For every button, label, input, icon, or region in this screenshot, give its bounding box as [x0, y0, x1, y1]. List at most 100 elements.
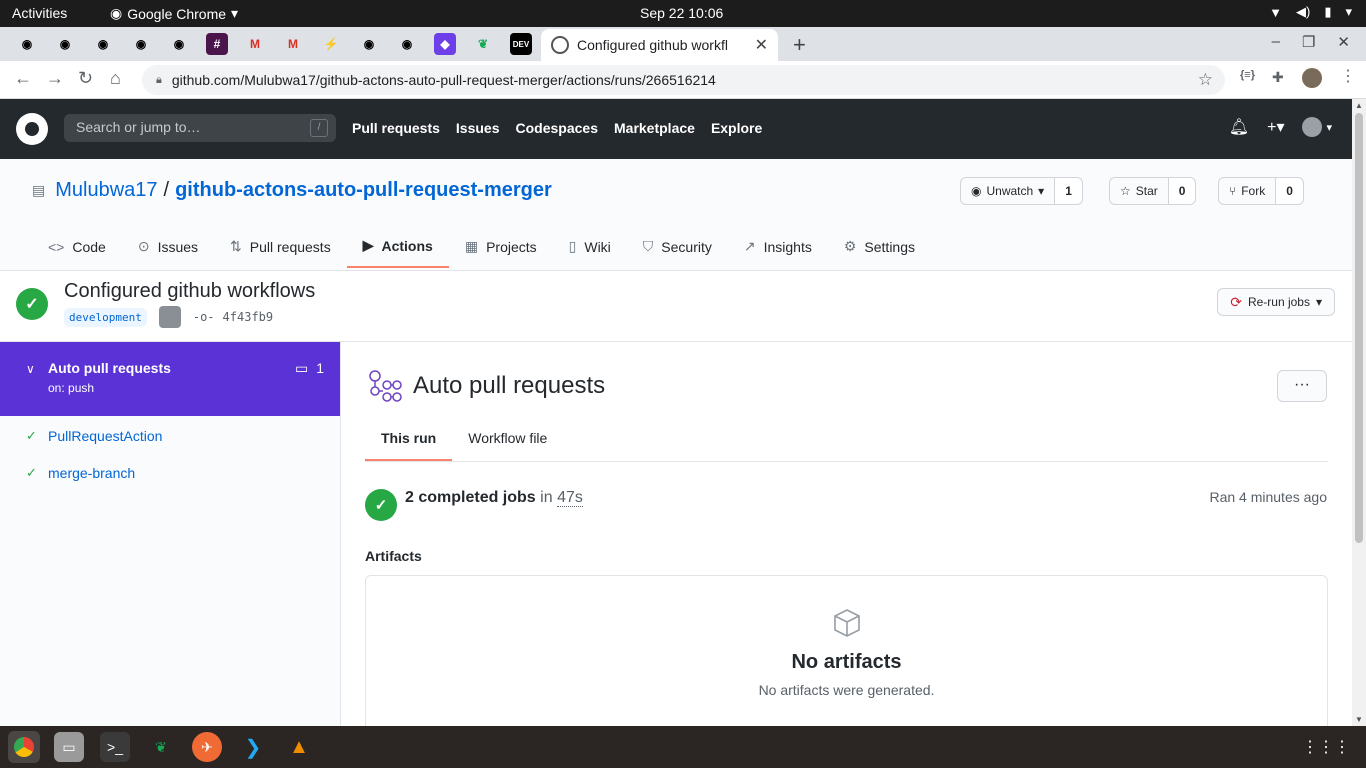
nav-explore[interactable]: Explore	[711, 120, 762, 136]
workflow-summary-item[interactable]: ∨ Auto pull requests on: push ▭ 1	[0, 342, 340, 416]
chrome-menu-icon[interactable]: ⋮	[1340, 66, 1356, 86]
repo-name-link[interactable]: github-actons-auto-pull-request-merger	[175, 179, 552, 202]
nav-issues[interactable]: Issues	[456, 120, 500, 136]
battery-icon: ▮	[1324, 4, 1332, 19]
forward-icon[interactable]: →	[46, 68, 64, 89]
check-icon: ✓	[26, 465, 37, 480]
scrollbar-thumb[interactable]	[1355, 113, 1363, 543]
star-button[interactable]: ☆ Star 0	[1109, 177, 1197, 205]
search-input[interactable]: Search or jump to… /	[64, 114, 336, 142]
pinned-tab-github-icon[interactable]: ◉	[168, 33, 190, 55]
minimize-icon[interactable]: –	[1272, 33, 1280, 51]
terminal-dock-icon[interactable]: >_	[100, 732, 130, 762]
job-item[interactable]: ✓ merge-branch	[0, 453, 340, 490]
files-dock-icon[interactable]: ▭	[54, 732, 84, 762]
tab-settings[interactable]: ⚙ Settings	[828, 231, 931, 268]
book-icon: ▯	[568, 238, 577, 254]
star-label: Star	[1135, 184, 1158, 198]
run-time: Ran 4 minutes ago	[1209, 489, 1327, 505]
pinned-tab-github-icon[interactable]: ◉	[16, 33, 38, 55]
repo-owner-link[interactable]: Mulubwa17	[55, 179, 157, 202]
pinned-tab-github-icon[interactable]: ◉	[92, 33, 114, 55]
vlc-dock-icon[interactable]: ▲	[284, 732, 314, 762]
pinned-tab-gmail-icon[interactable]: M	[282, 33, 304, 55]
repo-separator: /	[163, 179, 170, 201]
job-item[interactable]: ✓ PullRequestAction	[0, 416, 340, 453]
create-new-icon[interactable]: +▾	[1267, 117, 1284, 137]
tab-workflow-file[interactable]: Workflow file	[452, 423, 563, 461]
page-scrollbar[interactable]: ▲ ▼	[1352, 99, 1366, 726]
tab-actions[interactable]: ▶ Actions	[346, 231, 449, 268]
reload-icon[interactable]: ↻	[78, 68, 93, 89]
postman-dock-icon[interactable]: ✈	[192, 732, 222, 762]
rerun-jobs-button[interactable]: ⟳ Re-run jobs ▾	[1217, 288, 1335, 316]
tab-this-run[interactable]: This run	[365, 423, 453, 461]
star-count[interactable]: 0	[1168, 178, 1196, 204]
project-icon: ▦	[464, 238, 479, 254]
scroll-up-icon[interactable]: ▲	[1355, 101, 1363, 110]
run-title: Configured github workflows	[64, 280, 316, 302]
avatar[interactable]	[158, 306, 181, 328]
run-meta: development -o- 4f43fb9	[64, 306, 273, 328]
scroll-down-icon[interactable]: ▼	[1355, 715, 1363, 724]
nav-codespaces[interactable]: Codespaces	[516, 120, 598, 136]
clock[interactable]: Sep 22 10:06	[640, 5, 723, 21]
restore-icon[interactable]: ❐	[1302, 33, 1315, 51]
nav-marketplace[interactable]: Marketplace	[614, 120, 695, 136]
tab-pull-requests[interactable]: ⇅ Pull requests	[214, 231, 347, 268]
address-bar[interactable]: 🔒︎ github.com/Mulubwa17/github-actons-au…	[142, 65, 1225, 95]
fork-button[interactable]: ⑂ Fork 0	[1218, 177, 1304, 205]
mongodb-dock-icon[interactable]: ❦	[146, 732, 176, 762]
tab-projects[interactable]: ▦ Projects	[449, 231, 553, 268]
header-actions: 🔔︎ +▾ ▾	[1229, 117, 1332, 137]
system-tray[interactable]: ▼ ◀) ▮ ▾	[1269, 4, 1352, 20]
user-menu[interactable]: ▾	[1302, 117, 1332, 137]
home-icon[interactable]: ⌂	[110, 68, 121, 89]
annotations-count[interactable]: ▭ 1	[295, 360, 324, 377]
tab-security[interactable]: ⛉ Security	[627, 231, 728, 268]
shield-icon: ⛉	[642, 238, 654, 254]
bookmark-star-icon[interactable]: ☆	[1198, 70, 1213, 90]
tab-wiki[interactable]: ▯ Wiki	[553, 231, 627, 268]
nav-pull-requests[interactable]: Pull requests	[352, 120, 440, 136]
profile-avatar[interactable]	[1302, 68, 1322, 88]
activities-button[interactable]: Activities	[12, 5, 67, 21]
watch-count[interactable]: 1	[1055, 178, 1082, 204]
tab-code[interactable]: <> Code	[32, 231, 122, 268]
github-logo-icon[interactable]	[16, 113, 48, 145]
chrome-dock-icon[interactable]	[8, 731, 40, 763]
close-tab-icon[interactable]: ✕	[755, 35, 768, 55]
commit-sha: 4f43fb9	[222, 310, 274, 324]
active-tab[interactable]: Configured github workfl ✕	[541, 29, 778, 61]
pinned-tab-github-icon[interactable]: ◉	[396, 33, 418, 55]
tab-insights[interactable]: ↗ Insights	[728, 231, 828, 268]
show-apps-icon[interactable]: ⋮⋮⋮	[1302, 737, 1350, 757]
pinned-tab-app-icon[interactable]: ◆	[434, 33, 456, 55]
pinned-tab-dev-icon[interactable]: DEV	[510, 33, 532, 55]
extension-json-icon[interactable]: {≡}	[1240, 69, 1255, 81]
watch-button[interactable]: ◉ Unwatch ▾ 1	[960, 177, 1083, 205]
pinned-tab-gmail-icon[interactable]: M	[244, 33, 266, 55]
new-tab-icon[interactable]: +	[793, 32, 806, 58]
run-header: ✓ Configured github workflows developmen…	[0, 271, 1352, 342]
pinned-tab-mongodb-icon[interactable]: ❦	[472, 33, 494, 55]
tab-issues[interactable]: ⊙ Issues	[122, 231, 214, 268]
pinned-tab-github-icon[interactable]: ◉	[54, 33, 76, 55]
pinned-tab-github-icon[interactable]: ◉	[130, 33, 152, 55]
tab-label: Issues	[157, 238, 199, 255]
chevron-down-icon: ∨	[26, 362, 35, 376]
fork-count[interactable]: 0	[1276, 178, 1303, 204]
pinned-tab-slack-icon[interactable]: #	[206, 33, 228, 55]
pinned-tab-github-icon[interactable]: ◉	[358, 33, 380, 55]
commit-link[interactable]: -o- 4f43fb9	[193, 310, 273, 324]
pinned-tab-flash-icon[interactable]: ⚡	[320, 33, 342, 55]
app-menu[interactable]: ◉ Google Chrome ▾	[110, 5, 238, 22]
vscode-dock-icon[interactable]: ❯	[238, 732, 268, 762]
branch-badge[interactable]: development	[64, 307, 147, 327]
notifications-bell-icon[interactable]: 🔔︎	[1229, 117, 1249, 137]
more-options-button[interactable]: ···	[1277, 370, 1327, 402]
extensions-puzzle-icon[interactable]: ✚	[1272, 69, 1284, 86]
window-controls: – ❐ ✕	[1272, 33, 1350, 51]
close-window-icon[interactable]: ✕	[1337, 33, 1350, 51]
back-icon[interactable]: ←	[14, 68, 32, 89]
